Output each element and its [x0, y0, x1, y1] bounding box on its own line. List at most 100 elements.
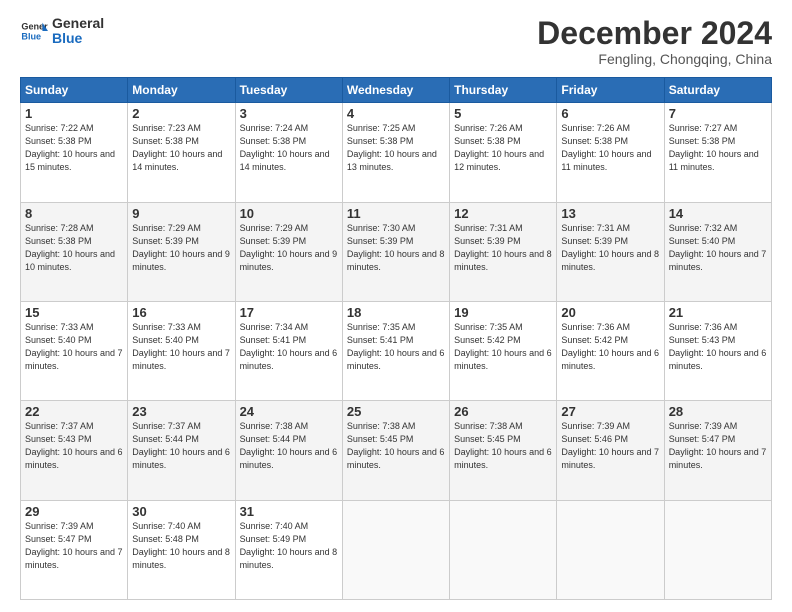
day-info: Sunrise: 7:34 AMSunset: 5:41 PMDaylight:… [240, 321, 338, 373]
day-number: 25 [347, 404, 445, 419]
day-number: 24 [240, 404, 338, 419]
day-number: 22 [25, 404, 123, 419]
logo-icon: General Blue [20, 17, 48, 45]
day-number: 4 [347, 106, 445, 121]
table-row: 25Sunrise: 7:38 AMSunset: 5:45 PMDayligh… [342, 401, 449, 500]
table-row [342, 500, 449, 599]
day-info: Sunrise: 7:33 AMSunset: 5:40 PMDaylight:… [132, 321, 230, 373]
logo-general: General [52, 16, 104, 31]
calendar-week-row: 1Sunrise: 7:22 AMSunset: 5:38 PMDaylight… [21, 103, 772, 202]
logo-blue: Blue [52, 31, 104, 46]
day-info: Sunrise: 7:31 AMSunset: 5:39 PMDaylight:… [561, 222, 659, 274]
table-row: 21Sunrise: 7:36 AMSunset: 5:43 PMDayligh… [664, 301, 771, 400]
table-row [664, 500, 771, 599]
day-number: 16 [132, 305, 230, 320]
day-number: 9 [132, 206, 230, 221]
table-row: 9Sunrise: 7:29 AMSunset: 5:39 PMDaylight… [128, 202, 235, 301]
day-number: 27 [561, 404, 659, 419]
table-row: 1Sunrise: 7:22 AMSunset: 5:38 PMDaylight… [21, 103, 128, 202]
day-number: 15 [25, 305, 123, 320]
day-info: Sunrise: 7:38 AMSunset: 5:45 PMDaylight:… [347, 420, 445, 472]
day-number: 30 [132, 504, 230, 519]
table-row: 3Sunrise: 7:24 AMSunset: 5:38 PMDaylight… [235, 103, 342, 202]
day-info: Sunrise: 7:23 AMSunset: 5:38 PMDaylight:… [132, 122, 230, 174]
col-tuesday: Tuesday [235, 78, 342, 103]
day-info: Sunrise: 7:35 AMSunset: 5:41 PMDaylight:… [347, 321, 445, 373]
day-info: Sunrise: 7:28 AMSunset: 5:38 PMDaylight:… [25, 222, 123, 274]
svg-text:Blue: Blue [21, 32, 41, 42]
calendar-week-row: 29Sunrise: 7:39 AMSunset: 5:47 PMDayligh… [21, 500, 772, 599]
table-row: 30Sunrise: 7:40 AMSunset: 5:48 PMDayligh… [128, 500, 235, 599]
day-info: Sunrise: 7:38 AMSunset: 5:44 PMDaylight:… [240, 420, 338, 472]
day-info: Sunrise: 7:39 AMSunset: 5:46 PMDaylight:… [561, 420, 659, 472]
col-monday: Monday [128, 78, 235, 103]
table-row: 15Sunrise: 7:33 AMSunset: 5:40 PMDayligh… [21, 301, 128, 400]
day-info: Sunrise: 7:31 AMSunset: 5:39 PMDaylight:… [454, 222, 552, 274]
table-row: 16Sunrise: 7:33 AMSunset: 5:40 PMDayligh… [128, 301, 235, 400]
day-number: 17 [240, 305, 338, 320]
day-number: 31 [240, 504, 338, 519]
day-number: 5 [454, 106, 552, 121]
location: Fengling, Chongqing, China [537, 51, 772, 67]
table-row: 28Sunrise: 7:39 AMSunset: 5:47 PMDayligh… [664, 401, 771, 500]
day-number: 1 [25, 106, 123, 121]
day-info: Sunrise: 7:37 AMSunset: 5:44 PMDaylight:… [132, 420, 230, 472]
table-row [557, 500, 664, 599]
table-row: 31Sunrise: 7:40 AMSunset: 5:49 PMDayligh… [235, 500, 342, 599]
table-row: 20Sunrise: 7:36 AMSunset: 5:42 PMDayligh… [557, 301, 664, 400]
day-info: Sunrise: 7:39 AMSunset: 5:47 PMDaylight:… [669, 420, 767, 472]
day-info: Sunrise: 7:38 AMSunset: 5:45 PMDaylight:… [454, 420, 552, 472]
day-info: Sunrise: 7:30 AMSunset: 5:39 PMDaylight:… [347, 222, 445, 274]
day-number: 8 [25, 206, 123, 221]
calendar-week-row: 8Sunrise: 7:28 AMSunset: 5:38 PMDaylight… [21, 202, 772, 301]
day-number: 26 [454, 404, 552, 419]
col-sunday: Sunday [21, 78, 128, 103]
table-row: 17Sunrise: 7:34 AMSunset: 5:41 PMDayligh… [235, 301, 342, 400]
table-row: 6Sunrise: 7:26 AMSunset: 5:38 PMDaylight… [557, 103, 664, 202]
day-number: 28 [669, 404, 767, 419]
day-number: 20 [561, 305, 659, 320]
day-info: Sunrise: 7:40 AMSunset: 5:48 PMDaylight:… [132, 520, 230, 572]
day-number: 11 [347, 206, 445, 221]
logo: General Blue General Blue [20, 16, 104, 47]
table-row: 14Sunrise: 7:32 AMSunset: 5:40 PMDayligh… [664, 202, 771, 301]
table-row: 22Sunrise: 7:37 AMSunset: 5:43 PMDayligh… [21, 401, 128, 500]
day-info: Sunrise: 7:29 AMSunset: 5:39 PMDaylight:… [240, 222, 338, 274]
table-row: 7Sunrise: 7:27 AMSunset: 5:38 PMDaylight… [664, 103, 771, 202]
table-row: 12Sunrise: 7:31 AMSunset: 5:39 PMDayligh… [450, 202, 557, 301]
day-info: Sunrise: 7:39 AMSunset: 5:47 PMDaylight:… [25, 520, 123, 572]
table-row: 11Sunrise: 7:30 AMSunset: 5:39 PMDayligh… [342, 202, 449, 301]
table-row: 10Sunrise: 7:29 AMSunset: 5:39 PMDayligh… [235, 202, 342, 301]
day-number: 7 [669, 106, 767, 121]
day-info: Sunrise: 7:36 AMSunset: 5:42 PMDaylight:… [561, 321, 659, 373]
day-number: 23 [132, 404, 230, 419]
day-number: 19 [454, 305, 552, 320]
month-title: December 2024 [537, 16, 772, 51]
col-saturday: Saturday [664, 78, 771, 103]
day-number: 13 [561, 206, 659, 221]
table-row: 13Sunrise: 7:31 AMSunset: 5:39 PMDayligh… [557, 202, 664, 301]
day-info: Sunrise: 7:26 AMSunset: 5:38 PMDaylight:… [454, 122, 552, 174]
table-row: 26Sunrise: 7:38 AMSunset: 5:45 PMDayligh… [450, 401, 557, 500]
table-row: 5Sunrise: 7:26 AMSunset: 5:38 PMDaylight… [450, 103, 557, 202]
table-row: 29Sunrise: 7:39 AMSunset: 5:47 PMDayligh… [21, 500, 128, 599]
day-number: 21 [669, 305, 767, 320]
table-row: 4Sunrise: 7:25 AMSunset: 5:38 PMDaylight… [342, 103, 449, 202]
day-number: 2 [132, 106, 230, 121]
table-row [450, 500, 557, 599]
day-info: Sunrise: 7:36 AMSunset: 5:43 PMDaylight:… [669, 321, 767, 373]
day-info: Sunrise: 7:33 AMSunset: 5:40 PMDaylight:… [25, 321, 123, 373]
calendar-week-row: 15Sunrise: 7:33 AMSunset: 5:40 PMDayligh… [21, 301, 772, 400]
day-info: Sunrise: 7:29 AMSunset: 5:39 PMDaylight:… [132, 222, 230, 274]
day-number: 12 [454, 206, 552, 221]
day-info: Sunrise: 7:32 AMSunset: 5:40 PMDaylight:… [669, 222, 767, 274]
calendar-week-row: 22Sunrise: 7:37 AMSunset: 5:43 PMDayligh… [21, 401, 772, 500]
day-info: Sunrise: 7:22 AMSunset: 5:38 PMDaylight:… [25, 122, 123, 174]
day-number: 18 [347, 305, 445, 320]
day-info: Sunrise: 7:24 AMSunset: 5:38 PMDaylight:… [240, 122, 338, 174]
header: General Blue General Blue December 2024 … [20, 16, 772, 67]
calendar-table: Sunday Monday Tuesday Wednesday Thursday… [20, 77, 772, 600]
table-row: 19Sunrise: 7:35 AMSunset: 5:42 PMDayligh… [450, 301, 557, 400]
day-info: Sunrise: 7:37 AMSunset: 5:43 PMDaylight:… [25, 420, 123, 472]
table-row: 24Sunrise: 7:38 AMSunset: 5:44 PMDayligh… [235, 401, 342, 500]
